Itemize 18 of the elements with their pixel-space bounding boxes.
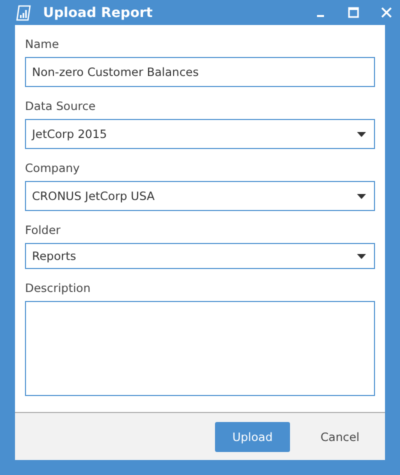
- maximize-icon[interactable]: [348, 7, 359, 18]
- dropdown[interactable]: JetCorp 2015: [25, 119, 375, 149]
- close-icon[interactable]: [381, 7, 392, 18]
- field-label: Company: [25, 161, 81, 175]
- window-title: Upload Report: [43, 4, 154, 20]
- caret-icon: [357, 254, 366, 258]
- dropdown[interactable]: Reports: [25, 243, 375, 269]
- chart-icon: [16, 4, 31, 20]
- field-label: Folder: [25, 223, 62, 237]
- caret-icon: [357, 194, 366, 198]
- description-field[interactable]: [25, 301, 375, 396]
- field-label: Name: [25, 37, 60, 51]
- caret-icon: [357, 132, 366, 136]
- field-label: Description: [25, 281, 92, 295]
- field-label: Data Source: [25, 99, 97, 113]
- dropdown[interactable]: CRONUS JetCorp USA: [25, 181, 375, 211]
- cancel-button[interactable]: Cancel: [310, 422, 370, 452]
- name-field[interactable]: Non-zero Customer Balances: [25, 57, 375, 87]
